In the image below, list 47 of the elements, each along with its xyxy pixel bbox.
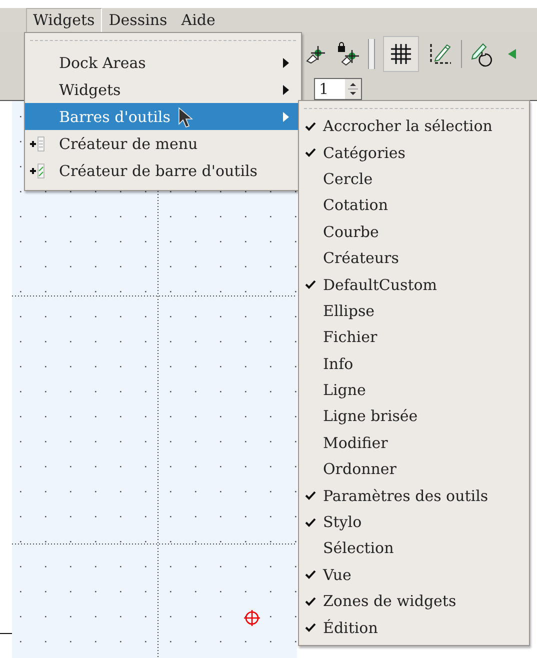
menu-item[interactable]: Créateur de barre d'outils [25,157,301,184]
lock-snap-icon[interactable] [336,42,360,66]
mouse-pointer-icon [178,107,194,129]
checkable-menu-item[interactable]: Catégories [299,139,529,166]
checkable-menu-item[interactable]: Cercle [299,166,529,192]
checkmark-icon [305,570,316,580]
checkable-menu-item[interactable]: Vue [299,562,529,588]
toolbar-add-icon [29,162,47,180]
checkable-menu-item[interactable]: Créateurs [299,244,529,272]
menu-item[interactable]: Widgets [25,76,301,103]
checkable-menu-item[interactable]: Sélection [299,535,529,562]
checkable-menu-item[interactable]: Ordonner [299,456,529,482]
checkmark-icon [305,148,316,158]
submenu-arrow-icon [283,58,289,68]
checkable-menu-item[interactable]: Édition [299,614,529,641]
checkable-menu-item[interactable]: Modifier [299,430,529,456]
menu-bar-item[interactable]: Dessins [102,8,174,32]
checkmark-icon [305,518,316,527]
grid-icon[interactable] [383,36,419,72]
checkable-menu-item[interactable]: Ellipse [299,298,529,324]
checkmark-icon [305,122,316,131]
toolbar-handle[interactable] [368,39,375,69]
checkmark-icon [305,623,316,632]
submenu-arrow-icon [283,84,289,94]
menu-item[interactable]: Créateur de menu [25,130,301,157]
checkable-menu-item[interactable]: Ligne [299,376,529,404]
menu-bar-item[interactable]: Widgets [26,8,102,32]
checkmark-icon [305,491,316,500]
checkable-menu-item[interactable]: Zones de widgets [299,588,529,614]
checkable-menu-item[interactable]: Ligne brisée [299,403,529,430]
checkmark-icon [305,280,316,290]
number-spinbox[interactable]: 1 [314,78,362,100]
checkable-menu-item[interactable]: Paramètres des outils [299,482,529,509]
checkable-menu-item[interactable]: Courbe [299,218,529,245]
checkable-menu-item[interactable]: Cotation [299,192,529,219]
submenu-arrow-icon [283,112,289,122]
menu-item[interactable]: Barres d'outils [25,103,301,130]
checkable-menu-item[interactable]: Fichier [299,324,529,351]
crosshair-marker [243,609,261,627]
checkable-menu-item[interactable]: Info [299,350,529,377]
checkmark-icon [305,596,316,606]
menu-item[interactable]: Dock Areas [25,49,301,76]
checkable-menu-item[interactable]: DefaultCustom [299,271,529,298]
menu-add-icon [29,134,47,152]
menu-bar-item[interactable]: Aide [174,8,222,32]
checkable-menu-item[interactable]: Accrocher la sélection [299,113,529,140]
checkable-menu-item[interactable]: Stylo [299,508,529,536]
